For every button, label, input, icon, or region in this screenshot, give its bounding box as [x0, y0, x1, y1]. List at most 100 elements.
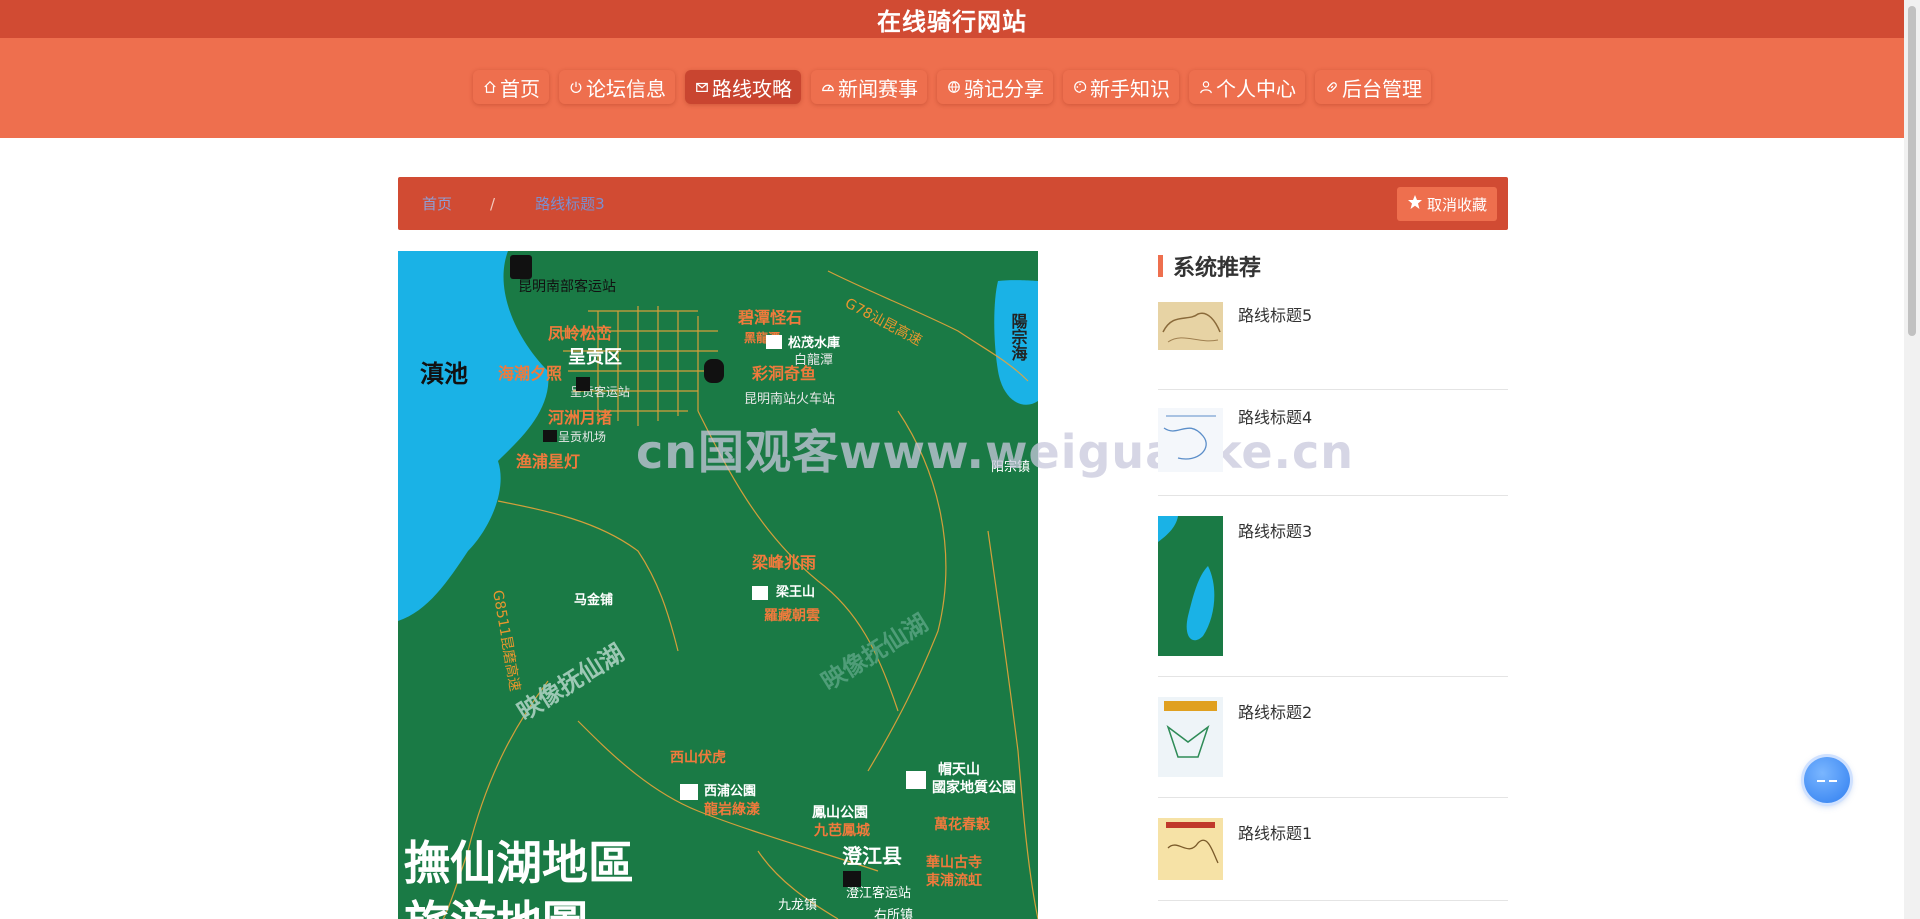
map-label: 帽天山 — [938, 761, 980, 778]
nav-item-label: 个人中心 — [1216, 76, 1296, 101]
nav-item-home[interactable]: 首页 — [473, 70, 549, 104]
palette-icon — [1072, 79, 1088, 95]
map-label: 澄江客运站 — [846, 885, 911, 901]
route-thumbnail — [1158, 516, 1223, 656]
map-label: 昆明南部客运站 — [518, 278, 616, 295]
recommend-item-name: 路线标题1 — [1238, 824, 1313, 843]
scrollbar-thumb[interactable] — [1908, 6, 1916, 336]
route-map-svg: 昆明南部客运站 滇池 呈贡区 呈贡客运站 呈贡机场 白龍潭 昆明南站火车站 松茂… — [398, 251, 1038, 919]
map-label: 國家地質公園 — [932, 779, 1016, 796]
sidebar-title: 系统推荐 — [1173, 256, 1262, 281]
map-label: 羅藏朝雲 — [764, 607, 820, 624]
breadcrumb-separator: / — [490, 194, 496, 213]
main-nav: 首页 论坛信息 路线攻略 新闻赛事 骑记分享 新手知识 个人中心 后台管理 — [0, 70, 1904, 104]
user-icon — [1198, 79, 1214, 95]
nav-item-label: 新闻赛事 — [838, 76, 918, 101]
map-label: 鳳山公園 — [812, 805, 868, 821]
nav-item-admin[interactable]: 后台管理 — [1315, 70, 1431, 104]
recommend-item[interactable]: 路线标题1 — [1158, 798, 1508, 901]
route-thumbnail — [1158, 408, 1223, 472]
nav-item-beginner[interactable]: 新手知识 — [1063, 70, 1179, 104]
breadcrumb-current: 路线标题3 — [535, 195, 605, 213]
park-icon — [752, 586, 768, 600]
cancel-favorite-button[interactable]: 取消收藏 — [1396, 187, 1497, 221]
recommend-item[interactable]: 路线标题5 — [1158, 300, 1508, 390]
bus-icon — [576, 377, 590, 391]
breadcrumb: 首页 / 路线标题3 取消收藏 — [398, 177, 1508, 230]
nav-item-routes[interactable]: 路线攻略 — [685, 70, 801, 104]
floating-action-button[interactable] — [1804, 757, 1850, 803]
map-label: 昆明南站火车站 — [744, 391, 835, 407]
bus-icon — [843, 871, 861, 887]
map-label: 西山伏虎 — [670, 749, 726, 766]
map-label: 滇池 — [420, 360, 468, 388]
floating-icon — [1815, 771, 1839, 790]
park-icon — [766, 335, 782, 349]
airplane-icon — [543, 430, 557, 442]
map-label: 西浦公園 — [704, 783, 756, 799]
recommend-item-name: 路线标题3 — [1238, 522, 1313, 541]
mail-icon — [694, 79, 710, 95]
train-icon — [704, 359, 724, 383]
map-label: 海潮夕照 — [498, 364, 562, 383]
map-label-vertical: 陽宗海 — [1009, 313, 1028, 362]
route-thumbnail — [1158, 697, 1223, 777]
park-icon — [906, 771, 926, 789]
route-thumbnail — [1158, 302, 1223, 350]
nav-item-forum[interactable]: 论坛信息 — [559, 70, 675, 104]
power-icon — [568, 79, 584, 95]
map-label: 呈贡区 — [568, 347, 622, 368]
bus-icon — [510, 255, 532, 279]
map-label: 彩洞奇鱼 — [751, 364, 816, 383]
nav-item-label: 骑记分享 — [964, 76, 1044, 101]
map-label: 九龙镇 — [778, 898, 817, 913]
recommend-item-name: 路线标题2 — [1238, 703, 1313, 722]
recommend-item-name: 路线标题4 — [1238, 408, 1313, 427]
sidebar-header: 系统推荐 — [1158, 248, 1508, 284]
map-label: 梁王山 — [775, 584, 815, 600]
route-map-image: 昆明南部客运站 滇池 呈贡区 呈贡客运站 呈贡机场 白龍潭 昆明南站火车站 松茂… — [398, 251, 1038, 919]
map-label: 碧潭怪石 — [737, 308, 802, 327]
star-icon — [1407, 194, 1423, 214]
link-icon — [1324, 79, 1340, 95]
nav-item-label: 首页 — [500, 76, 540, 101]
breadcrumb-home-link[interactable]: 首页 — [422, 193, 452, 214]
map-label: 松茂水庫 — [788, 335, 840, 351]
map-label: 九芭鳳城 — [813, 822, 870, 839]
route-thumbnail — [1158, 818, 1223, 880]
map-label: 梁峰兆雨 — [751, 553, 816, 572]
map-label: 河洲月渚 — [548, 408, 612, 427]
recommend-item[interactable]: 路线标题3 — [1158, 496, 1508, 677]
nav-item-profile[interactable]: 个人中心 — [1189, 70, 1305, 104]
title-accent-bar — [1158, 255, 1163, 277]
map-label: 渔浦星灯 — [516, 452, 580, 471]
map-label: 旅游地圖 — [404, 896, 588, 919]
map-label: 華山古寺 — [926, 854, 982, 871]
map-label: 東浦流虹 — [926, 872, 982, 889]
dashboard-icon — [820, 79, 836, 95]
map-label: 龍岩綠漾 — [704, 801, 761, 818]
map-label: 呈贡机场 — [558, 430, 606, 444]
nav-item-share[interactable]: 骑记分享 — [937, 70, 1053, 104]
map-label: 凤岭松峦 — [548, 324, 612, 343]
nav-item-label: 论坛信息 — [586, 76, 666, 101]
recommend-item[interactable]: 路线标题2 — [1158, 677, 1508, 798]
map-label: 撫仙湖地區 — [404, 836, 634, 890]
map-label: 萬花春穀 — [934, 816, 991, 833]
top-bar: 在线骑行网站 — [0, 0, 1904, 38]
map-label: 马金铺 — [574, 592, 613, 608]
nav-item-news[interactable]: 新闻赛事 — [811, 70, 927, 104]
nav-item-label: 后台管理 — [1342, 76, 1422, 101]
globe-icon — [946, 79, 962, 95]
map-label: 澄江县 — [842, 844, 902, 868]
recommend-item-name: 路线标题5 — [1238, 306, 1313, 325]
nav-band: 首页 论坛信息 路线攻略 新闻赛事 骑记分享 新手知识 个人中心 后台管理 — [0, 38, 1904, 138]
park-icon — [680, 784, 698, 800]
page-scrollbar[interactable] — [1904, 0, 1920, 919]
map-label: 右所镇 — [874, 908, 913, 919]
nav-item-label: 路线攻略 — [712, 76, 792, 101]
recommend-item[interactable]: 路线标题4 — [1158, 390, 1508, 496]
nav-item-label: 新手知识 — [1090, 76, 1170, 101]
cancel-favorite-label: 取消收藏 — [1426, 195, 1487, 214]
home-icon — [482, 79, 498, 95]
